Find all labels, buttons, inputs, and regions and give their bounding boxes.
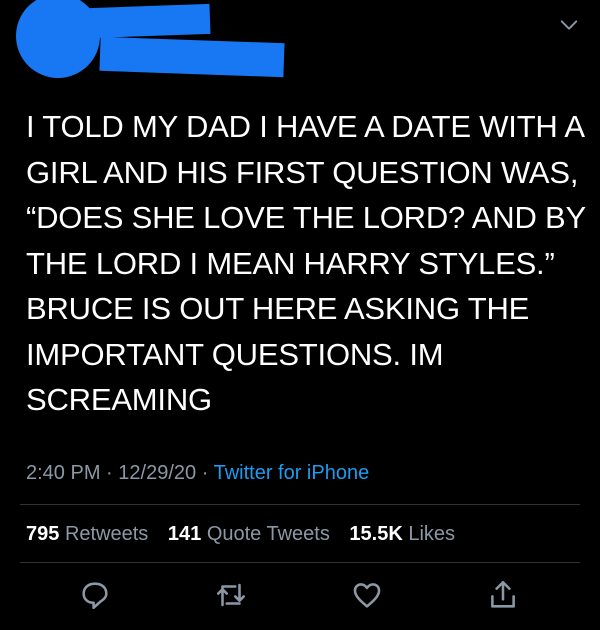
share-icon[interactable] bbox=[486, 578, 520, 612]
retweet-icon[interactable] bbox=[214, 578, 248, 612]
redacted-avatar bbox=[16, 0, 100, 78]
likes-stat[interactable]: 15.5K Likes bbox=[349, 523, 455, 545]
divider bbox=[20, 504, 580, 505]
tweet-text: I TOLD MY DAD I HAVE A DATE WITH A GIRL … bbox=[26, 109, 587, 417]
redacted-display-name bbox=[89, 3, 211, 39]
meta-separator: · bbox=[106, 462, 113, 484]
meta-separator: · bbox=[201, 462, 209, 484]
tweet-meta: 2:40 PM · 12/29/20 · Twitter for iPhone bbox=[26, 462, 369, 485]
tweet-date[interactable]: 12/29/20 bbox=[118, 462, 196, 484]
retweets-count: 795 bbox=[26, 523, 60, 545]
reply-icon[interactable] bbox=[78, 578, 112, 612]
divider bbox=[20, 562, 580, 563]
quote-tweets-label: Quote Tweets bbox=[206, 523, 330, 545]
likes-label: Likes bbox=[408, 523, 456, 545]
quote-tweets-count: 141 bbox=[167, 523, 202, 545]
likes-count: 15.5K bbox=[349, 523, 403, 545]
quote-tweets-stat[interactable]: 141 Quote Tweets bbox=[168, 523, 330, 545]
tweet-actions bbox=[0, 578, 600, 618]
chevron-down-icon[interactable] bbox=[558, 14, 580, 36]
tweet-source-link[interactable]: Twitter for iPhone bbox=[214, 462, 370, 484]
retweets-label: Retweets bbox=[64, 523, 149, 545]
retweets-stat[interactable]: 795 Retweets bbox=[26, 523, 148, 545]
engagement-stats: 795 Retweets 141 Quote Tweets 15.5K Like… bbox=[26, 523, 469, 546]
tweet-time: 2:40 PM bbox=[26, 462, 101, 484]
heart-icon[interactable] bbox=[350, 578, 384, 612]
redacted-username bbox=[99, 36, 285, 78]
